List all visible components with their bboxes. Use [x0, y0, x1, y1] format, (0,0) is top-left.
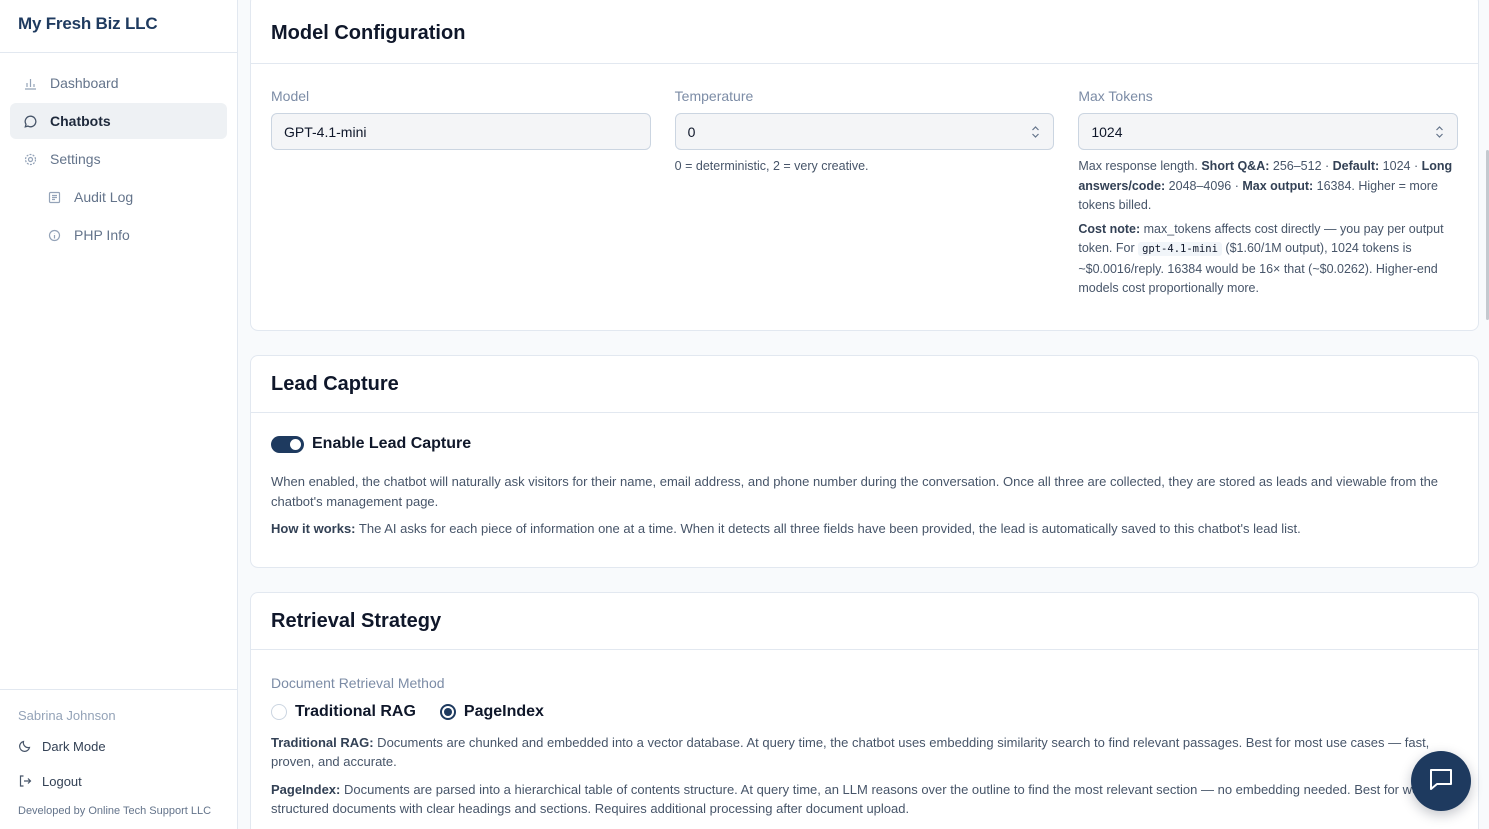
logout-button[interactable]: Logout: [18, 770, 219, 792]
dark-mode-label: Dark Mode: [42, 738, 106, 754]
bar-chart-icon: [22, 75, 38, 91]
pageindex-label: PageIndex:: [271, 782, 341, 797]
retrieval-method-options: Traditional RAG PageIndex: [271, 703, 1458, 721]
card-header: Retrieval Strategy: [251, 593, 1478, 650]
sidebar-footer: Sabrina Johnson Dark Mode Logout Develop…: [0, 689, 237, 829]
hint-text: 256–512 ·: [1269, 159, 1333, 173]
chat-bubble-icon: [22, 113, 38, 129]
hint-bold: Default:: [1332, 159, 1380, 173]
retrieval-method-label: Document Retrieval Method: [271, 675, 445, 691]
lead-capture-card: Lead Capture Enable Lead Capture When en…: [250, 355, 1479, 568]
hint-bold: Max output:: [1242, 178, 1314, 193]
how-text: The AI asks for each piece of informatio…: [355, 521, 1301, 536]
model-code: gpt-4.1-mini: [1138, 242, 1222, 256]
stepper-icon[interactable]: [1029, 124, 1041, 140]
pageindex-description: PageIndex: Documents are parsed into a h…: [271, 780, 1458, 818]
sidebar-item-label: Audit Log: [74, 189, 134, 205]
model-field: Model GPT-4.1-mini: [271, 84, 651, 299]
model-fields-row: Model GPT-4.1-mini Temperature 0 0 = det…: [271, 84, 1459, 299]
list-icon: [46, 189, 62, 205]
radio-label[interactable]: PageIndex: [464, 703, 544, 721]
hint-text: 1024 ·: [1379, 159, 1422, 173]
sidebar-item-settings[interactable]: Settings: [10, 141, 227, 177]
temperature-hint: 0 = deterministic, 2 = very creative.: [674, 159, 869, 173]
sidebar-item-chatbots[interactable]: Chatbots: [10, 103, 227, 139]
temperature-field: Temperature 0 0 = deterministic, 2 = ver…: [674, 84, 1055, 299]
hint-bold: Short Q&A:: [1201, 159, 1270, 173]
temperature-label: Temperature: [674, 88, 754, 104]
card-body: Enable Lead Capture When enabled, the ch…: [251, 413, 1478, 559]
model-configuration-card: Model Configuration Model GPT-4.1-mini T…: [250, 0, 1479, 331]
card-title: Lead Capture: [271, 372, 399, 395]
lead-capture-description: When enabled, the chatbot will naturally…: [271, 474, 1439, 509]
max-tokens-field: Max Tokens 1024 Max response length. Sho…: [1078, 84, 1459, 299]
model-label: Model: [271, 88, 310, 104]
lead-capture-toggle-row: Enable Lead Capture: [271, 435, 1458, 453]
sidebar-item-dashboard[interactable]: Dashboard: [10, 65, 227, 101]
card-header: Model Configuration: [251, 0, 1478, 64]
chat-widget-button[interactable]: [1411, 751, 1471, 811]
temperature-input[interactable]: 0: [674, 113, 1055, 150]
sidebar-item-label: PHP Info: [74, 227, 130, 243]
radio-traditional-rag[interactable]: [271, 704, 287, 720]
sidebar-item-label: Settings: [50, 151, 101, 167]
card-body: Document Retrieval Method Traditional RA…: [251, 650, 1478, 829]
lead-capture-how: How it works: The AI asks for each piece…: [271, 519, 1458, 539]
max-tokens-label: Max Tokens: [1078, 88, 1153, 104]
model-value: GPT-4.1-mini: [284, 123, 367, 140]
card-body: Model GPT-4.1-mini Temperature 0 0 = det…: [251, 64, 1478, 319]
chat-icon: [1427, 765, 1455, 798]
sidebar-item-audit-log[interactable]: Audit Log: [10, 179, 227, 215]
sidebar-nav: Dashboard Chatbots Settings Audit Log PH…: [0, 53, 237, 267]
current-user: Sabrina Johnson: [18, 708, 116, 723]
developer-credit: Developed by Online Tech Support LLC: [18, 805, 212, 817]
cost-note: Cost note: max_tokens affects cost direc…: [1078, 220, 1458, 299]
toggle-label[interactable]: Enable Lead Capture: [312, 435, 471, 453]
max-tokens-value: 1024: [1091, 123, 1123, 140]
card-title: Retrieval Strategy: [271, 609, 442, 632]
sidebar-item-label: Chatbots: [50, 113, 111, 129]
temperature-value: 0: [687, 123, 696, 140]
max-tokens-hint: Max response length. Short Q&A: 256–512 …: [1078, 157, 1458, 216]
sidebar: My Fresh Biz LLC Dashboard Chatbots Sett…: [0, 0, 238, 829]
info-icon: [46, 227, 62, 243]
hint-text: Max response length.: [1078, 159, 1202, 173]
max-tokens-input[interactable]: 1024: [1078, 113, 1459, 150]
rag-text: Documents are chunked and embedded into …: [271, 735, 1430, 769]
sidebar-item-php-info[interactable]: PHP Info: [10, 217, 227, 253]
sidebar-item-label: Dashboard: [50, 75, 119, 91]
hint-bold: Cost note:: [1078, 221, 1141, 236]
card-header: Lead Capture: [251, 356, 1478, 413]
model-input[interactable]: GPT-4.1-mini: [271, 113, 651, 150]
brand-name[interactable]: My Fresh Biz LLC: [0, 0, 237, 53]
moon-icon: [18, 739, 34, 753]
hint-text: 2048–4096 ·: [1165, 178, 1243, 193]
how-label: How it works:: [271, 521, 356, 536]
dark-mode-toggle[interactable]: Dark Mode: [18, 735, 219, 757]
retrieval-strategy-card: Retrieval Strategy Document Retrieval Me…: [250, 592, 1479, 829]
logout-label: Logout: [42, 773, 82, 789]
rag-label: Traditional RAG:: [271, 735, 374, 750]
gear-icon: [22, 151, 38, 167]
radio-pageindex[interactable]: [439, 704, 456, 720]
rag-description: Traditional RAG: Documents are chunked a…: [271, 733, 1458, 771]
logout-icon: [18, 774, 34, 788]
stepper-icon[interactable]: [1433, 124, 1445, 140]
card-title: Model Configuration: [271, 21, 466, 44]
pageindex-text: Documents are parsed into a hierarchical…: [271, 782, 1430, 816]
radio-label[interactable]: Traditional RAG: [295, 703, 416, 721]
lead-capture-toggle[interactable]: [271, 435, 304, 453]
